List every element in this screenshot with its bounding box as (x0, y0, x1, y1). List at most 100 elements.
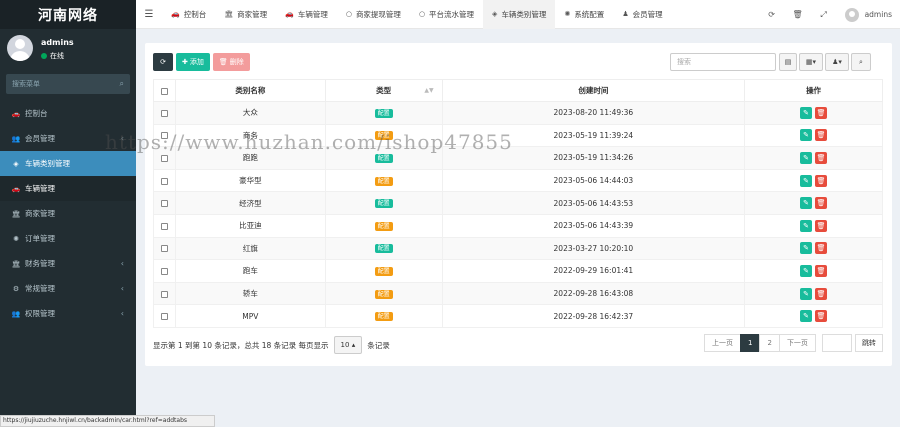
edit-button[interactable]: ✎ (800, 287, 813, 300)
delete-row-button[interactable]: 🗑 (815, 197, 828, 210)
trash-icon: 🗑 (816, 312, 826, 321)
table-row[interactable]: MPV 配置 2022-09-28 16:42:37 ✎ 🗑 (153, 304, 883, 328)
topbar-user-name[interactable]: admins (865, 10, 892, 19)
sidebar-item-0[interactable]: 🚗 控制台 (0, 101, 136, 126)
row-checkbox[interactable] (160, 313, 168, 321)
search-icon[interactable]: ⌕ (120, 79, 124, 89)
row-checkbox[interactable] (160, 177, 168, 185)
gear-icon: ✺ (564, 10, 571, 18)
edit-button[interactable]: ✎ (800, 219, 813, 232)
edit-button[interactable]: ✎ (800, 242, 813, 255)
table-search-input[interactable] (677, 58, 767, 66)
category-name: 大众 (174, 101, 326, 125)
tab-5[interactable]: ◈ 车辆类别管理 (483, 0, 556, 29)
edit-button[interactable]: ✎ (800, 174, 813, 187)
edit-button[interactable]: ✎ (800, 129, 813, 142)
row-checkbox[interactable] (160, 245, 168, 253)
sidebar-item-6[interactable]: 🏛 财务管理 ‹ (0, 251, 136, 276)
tab-7[interactable]: ♟ 会员管理 (613, 0, 671, 29)
table-row[interactable]: 跑车 配置 2022-09-29 16:01:41 ✎ 🗑 (153, 259, 883, 283)
columns-button[interactable]: ▦▾ (799, 53, 823, 71)
created-time: 2023-05-06 14:43:53 (441, 191, 746, 215)
caret-up-icon: ▴ (351, 341, 356, 349)
delete-row-button[interactable]: 🗑 (815, 310, 828, 323)
bank-icon: 🏛 (11, 259, 21, 268)
pencil-icon: ✎ (803, 244, 809, 253)
sidebar-item-5[interactable]: ✺ 订单管理 (0, 226, 136, 251)
sidebar-item-2[interactable]: ◈ 车辆类别管理 (0, 151, 136, 176)
delete-row-button[interactable]: 🗑 (815, 129, 828, 142)
tab-2[interactable]: 🚗 车辆管理 (276, 0, 337, 29)
sidebar-item-4[interactable]: 🏛 商家管理 (0, 201, 136, 226)
add-button[interactable]: ✚ 添加 (176, 53, 210, 71)
table-row[interactable]: 豪华型 配置 2023-05-06 14:44:03 ✎ 🗑 (153, 168, 883, 193)
sidebar-item-label: 商家管理 (25, 209, 55, 218)
row-checkbox[interactable] (160, 109, 168, 117)
search-toggle-button[interactable]: ⌕ (851, 53, 871, 71)
edit-button[interactable]: ✎ (800, 264, 813, 277)
row-checkbox[interactable] (160, 200, 168, 208)
status-bar-url: https://jiujiuzuche.hnjiwl.cn/backadmin/… (0, 415, 215, 427)
table-row[interactable]: 商务 配置 2023-05-19 11:39:24 ✎ 🗑 (153, 123, 883, 148)
header-type[interactable]: 类型 ▲▼ (324, 79, 443, 102)
page-button-1[interactable]: 1 (740, 334, 761, 352)
row-checkbox[interactable] (160, 132, 168, 140)
tab-0[interactable]: 🚗 控制台 (162, 0, 215, 29)
page-size-select[interactable]: 10 ▴ (333, 336, 363, 354)
next-page-button[interactable]: 下一页 (778, 334, 816, 352)
menu-search-input[interactable] (12, 80, 120, 88)
table-row[interactable]: 经济型 配置 2023-05-06 14:43:53 ✎ 🗑 (153, 191, 883, 215)
tab-6[interactable]: ✺ 系统配置 (555, 0, 613, 29)
sidebar-item-8[interactable]: 👥 权限管理 ‹ (0, 301, 136, 326)
pagination-info: 显示第 1 到第 10 条记录，总共 18 条记录 每页显示 10 ▴ 条记录 (153, 336, 390, 354)
row-checkbox[interactable] (160, 154, 168, 162)
delete-row-button[interactable]: 🗑 (815, 106, 828, 119)
edit-button[interactable]: ✎ (800, 310, 813, 323)
row-select-cell (153, 101, 176, 125)
table-row[interactable]: 红旗 配置 2023-03-27 10:20:10 ✎ 🗑 (153, 236, 883, 261)
tab-3[interactable]: ○ 商家提现管理 (337, 0, 410, 29)
sidebar-item-7[interactable]: ⚙ 常规管理 ‹ (0, 276, 136, 301)
type-cell: 配置 (324, 304, 443, 328)
menu-toggle-icon[interactable]: ☰ (136, 9, 162, 20)
delete-row-button[interactable]: 🗑 (815, 264, 828, 277)
table-row[interactable]: 大众 配置 2023-08-20 11:49:36 ✎ 🗑 (153, 101, 883, 125)
select-all-checkbox[interactable] (160, 87, 168, 95)
page-button-2[interactable]: 2 (759, 334, 780, 352)
sidebar-item-1[interactable]: 👥 会员管理 ‹ (0, 126, 136, 151)
app-logo[interactable]: 河南网络 (0, 0, 136, 29)
tab-4[interactable]: ○ 平台流水管理 (410, 0, 483, 29)
delete-row-button[interactable]: 🗑 (815, 287, 828, 300)
table-row[interactable]: 比亚迪 配置 2023-05-06 14:43:39 ✎ 🗑 (153, 213, 883, 238)
header-created[interactable]: 创建时间 (441, 79, 746, 102)
trash-icon[interactable]: 🗑 (785, 10, 811, 19)
user-avatar[interactable] (844, 7, 859, 22)
row-checkbox[interactable] (160, 267, 168, 275)
table-toolbar: ⟳ ✚ 添加 🗑 删除 (153, 53, 250, 71)
tab-1[interactable]: 🏛 商家管理 (215, 0, 276, 29)
edit-button[interactable]: ✎ (800, 197, 813, 210)
jump-page-input[interactable] (821, 334, 852, 352)
row-checkbox[interactable] (160, 290, 168, 298)
edit-button[interactable]: ✎ (800, 151, 813, 164)
created-time: 2023-08-20 11:49:36 (441, 101, 746, 125)
delete-row-button[interactable]: 🗑 (815, 242, 828, 255)
table-row[interactable]: 跑跑 配置 2023-05-19 11:34:26 ✎ 🗑 (153, 146, 883, 170)
refresh-button[interactable]: ⟳ (153, 53, 173, 71)
header-name[interactable]: 类别名称 (174, 79, 326, 102)
delete-row-button[interactable]: 🗑 (815, 219, 828, 232)
prev-page-button[interactable]: 上一页 (704, 334, 741, 352)
toggle-view-button[interactable]: ▤ (779, 53, 797, 71)
edit-button[interactable]: ✎ (800, 106, 813, 119)
sidebar-item-3[interactable]: 🚗 车辆管理 (0, 176, 136, 201)
export-button[interactable]: ♟▾ (825, 53, 849, 71)
delete-row-button[interactable]: 🗑 (815, 174, 828, 187)
jump-button[interactable]: 跳转 (854, 334, 883, 352)
table-row[interactable]: 轿车 配置 2022-09-28 16:43:08 ✎ 🗑 (153, 281, 883, 306)
row-checkbox[interactable] (160, 222, 168, 230)
refresh-icon[interactable]: ⟳ (759, 10, 785, 19)
fullscreen-icon[interactable]: ⤢ (811, 10, 837, 20)
sort-icon[interactable]: ▲▼ (424, 87, 433, 94)
delete-button[interactable]: 🗑 删除 (212, 53, 250, 71)
delete-row-button[interactable]: 🗑 (815, 151, 828, 164)
